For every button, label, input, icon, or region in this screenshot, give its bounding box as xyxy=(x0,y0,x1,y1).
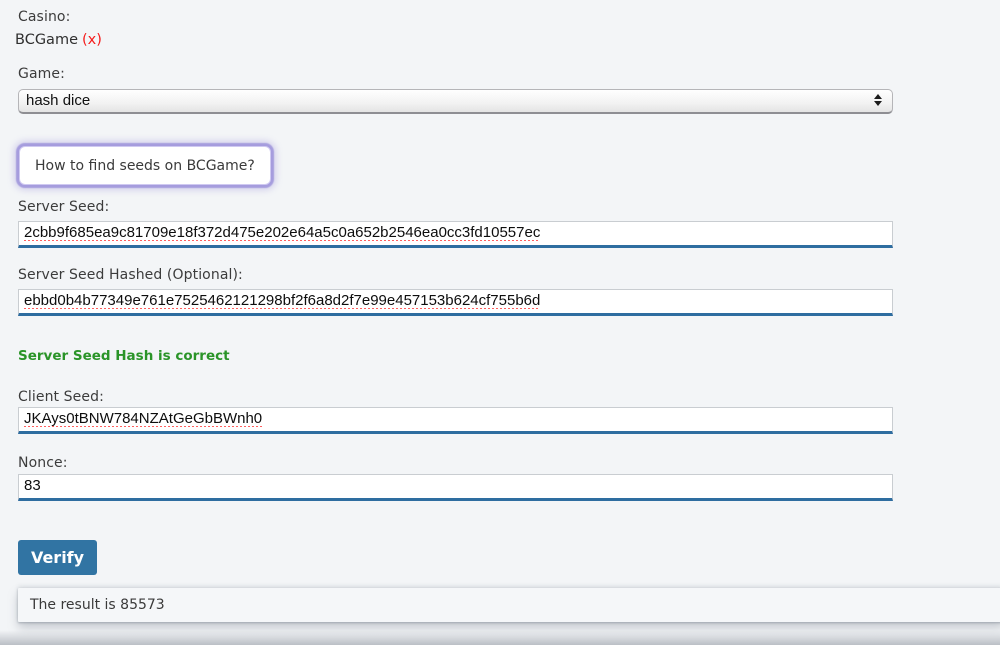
server-seed-label: Server Seed: xyxy=(18,199,109,215)
nonce-input[interactable] xyxy=(18,474,893,501)
client-seed-input[interactable] xyxy=(18,407,893,434)
game-select[interactable]: hash dice xyxy=(18,89,893,114)
casino-label: Casino: xyxy=(18,9,70,25)
game-select-wrap: hash dice xyxy=(18,89,893,114)
casino-value: BCGame(x) xyxy=(15,32,102,48)
hash-correct-status: Server Seed Hash is correct xyxy=(18,348,230,364)
verify-button[interactable]: Verify xyxy=(18,540,97,575)
server-seed-hashed-label: Server Seed Hashed (Optional): xyxy=(18,267,243,283)
nonce-label: Nonce: xyxy=(18,455,68,471)
game-label: Game: xyxy=(18,66,65,82)
bottom-shadow-divider xyxy=(0,630,1000,645)
client-seed-label: Client Seed: xyxy=(18,389,104,405)
remove-casino-button[interactable]: (x) xyxy=(82,32,102,48)
result-box: The result is 85573 xyxy=(18,588,1000,622)
server-seed-hashed-input[interactable] xyxy=(18,289,893,316)
casino-name: BCGame xyxy=(15,32,78,48)
server-seed-input[interactable] xyxy=(18,221,893,248)
result-text: The result is 85573 xyxy=(30,597,165,613)
how-to-find-seeds-button[interactable]: How to find seeds on BCGame? xyxy=(19,146,271,185)
